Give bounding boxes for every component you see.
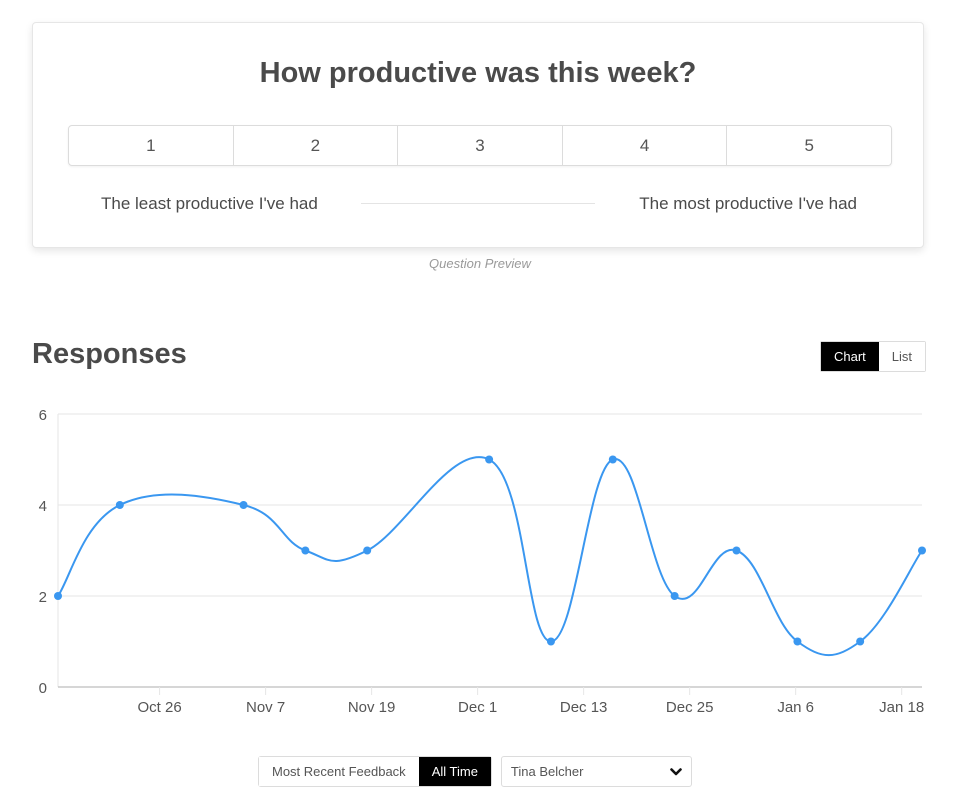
y-tick-label: 0: [39, 680, 47, 697]
series-line: [57, 456, 923, 656]
data-point: [670, 592, 679, 600]
x-tick-label: Dec 25: [666, 699, 714, 716]
data-point: [793, 637, 802, 646]
data-point: [485, 455, 494, 464]
scale-option-2[interactable]: 2: [233, 126, 399, 165]
x-tick-label: Nov 19: [348, 699, 396, 716]
data-point: [54, 592, 62, 600]
question-preview-caption: Question Preview: [429, 256, 531, 271]
responses-title: Responses: [32, 338, 187, 370]
data-point: [115, 501, 124, 509]
data-point: [301, 546, 310, 555]
most-recent-feedback-button[interactable]: Most Recent Feedback: [259, 757, 419, 786]
x-tick-label: Nov 7: [246, 699, 285, 716]
chevron-down-icon: [670, 767, 682, 777]
rating-scale: 1 2 3 4 5: [68, 125, 892, 166]
data-point: [239, 501, 248, 509]
chart-filters: Most Recent Feedback All Time Tina Belch…: [258, 756, 692, 787]
list-view-button[interactable]: List: [878, 342, 925, 371]
data-point: [918, 546, 926, 555]
scale-option-5[interactable]: 5: [727, 126, 891, 165]
data-point: [608, 455, 617, 464]
x-tick-label: Dec 1: [458, 699, 497, 716]
y-tick-label: 4: [39, 498, 47, 515]
responses-chart: 0 2 4 6 Oct 26 Nov 7 Nov 19 Dec 1 Dec 13 Dec 25 Ja…: [39, 407, 926, 716]
chart-view-button[interactable]: Chart: [820, 342, 879, 371]
scale-label-divider: [361, 203, 595, 204]
person-select[interactable]: Tina Belcher: [500, 756, 692, 787]
data-point: [732, 546, 741, 555]
data-point: [856, 637, 865, 646]
data-point: [546, 637, 555, 646]
scale-low-label: The least productive I've had: [101, 194, 318, 213]
question-title: How productive was this week?: [259, 57, 697, 89]
view-toggle: Chart List: [819, 341, 926, 372]
x-tick-label: Jan 6: [777, 699, 814, 716]
y-tick-label: 2: [39, 589, 47, 606]
all-time-button[interactable]: All Time: [418, 757, 491, 786]
scale-option-3[interactable]: 3: [398, 126, 563, 165]
scale-option-4[interactable]: 4: [562, 126, 728, 165]
data-point: [363, 546, 372, 555]
y-tick-label: 6: [39, 407, 47, 424]
person-select-value: Tina Belcher: [510, 764, 584, 779]
x-tick-label: Dec 13: [560, 699, 608, 716]
x-tick-label: Jan 18: [879, 699, 924, 716]
scale-high-label: The most productive I've had: [639, 194, 857, 213]
question-preview-card: How productive was this week? 1 2 3 4 5 …: [32, 22, 924, 248]
scale-option-1[interactable]: 1: [69, 126, 234, 165]
time-range-toggle: Most Recent Feedback All Time: [258, 756, 492, 787]
x-tick-label: Oct 26: [138, 699, 182, 716]
